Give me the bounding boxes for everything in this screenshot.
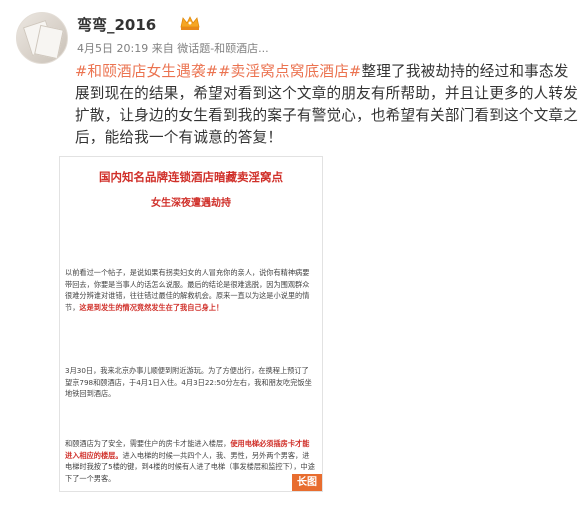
image-paragraph: 以前看过一个帖子，是说如果有拐卖妇女的人冒充你的亲人，说你有精神病要带回去，你要… [65, 268, 310, 312]
post-source[interactable]: 微话题-和颐酒店... [177, 42, 268, 55]
vip-crown-icon [180, 16, 200, 30]
image-subtitle: 女生深夜遭遇劫持 [151, 198, 231, 209]
long-image-badge: 长图 [292, 474, 322, 491]
post-text: #和颐酒店女生遇袭##卖淫窝点窝底酒店#整理了我被劫持的经过和事态发展到现在的结… [75, 61, 580, 149]
hashtag-link[interactable]: #卖淫窝点窝底酒店# [218, 63, 361, 80]
long-image-thumbnail[interactable]: 国内知名品牌连锁酒店暗藏卖淫窝点 女生深夜遭遇劫持 以前看过一个帖子，是说如果有… [59, 156, 323, 492]
avatar-paper-sheet [34, 24, 64, 60]
image-paragraph: 和颐酒店为了安全，需要住户的房卡才能进入楼层，使用电梯必须插房卡才能进入相应的楼… [65, 439, 315, 483]
username[interactable]: 弯弯_2016 [77, 14, 156, 35]
from-label: 来自 [151, 42, 174, 55]
hashtag-link[interactable]: #和颐酒店女生遇袭# [75, 63, 218, 80]
post-meta: 4月5日 20:19 来自 微话题-和颐酒店... [77, 40, 269, 56]
image-title: 国内知名品牌连锁酒店暗藏卖淫窝点 [99, 170, 283, 184]
avatar[interactable] [16, 12, 68, 64]
image-paragraph: 3月30日，我来北京办事儿顺便到附近游玩。为了方便出行，在携程上预订了望京798… [65, 366, 312, 399]
post-date[interactable]: 4月5日 20:19 [77, 42, 148, 55]
